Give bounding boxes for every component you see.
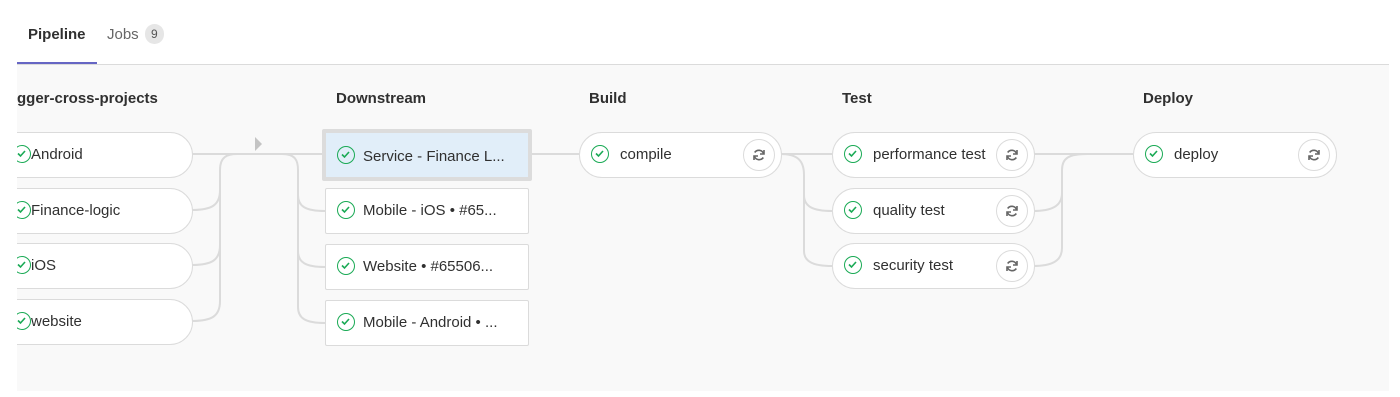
upstream-job-finance-logic[interactable]: Finance-logic <box>17 188 193 234</box>
pipeline-graph: trigger-cross-projects Downstream Build … <box>17 65 1389 391</box>
job-label: compile <box>620 146 672 163</box>
job-label: Service - Finance L... <box>363 148 505 165</box>
job-label: Mobile - iOS • #65... <box>363 202 497 219</box>
status-success-icon <box>844 145 862 163</box>
status-success-icon <box>337 146 355 164</box>
job-label: quality test <box>873 202 945 219</box>
upstream-job-website[interactable]: website <box>17 299 193 345</box>
upstream-job-android[interactable]: Android <box>17 132 193 178</box>
status-success-icon <box>844 256 862 274</box>
status-success-icon <box>337 201 355 219</box>
stage-title-build: Build <box>589 90 627 107</box>
status-success-icon <box>337 257 355 275</box>
downstream-pipeline-mobile-ios[interactable]: Mobile - iOS • #65... <box>325 188 529 234</box>
expand-arrow-icon <box>255 137 262 151</box>
status-success-icon <box>17 312 31 330</box>
downstream-pipeline-website[interactable]: Website • #65506... <box>325 244 529 290</box>
pipeline-connectors <box>191 137 1133 324</box>
job-compile[interactable]: compile <box>579 132 782 178</box>
status-success-icon <box>1145 145 1163 163</box>
retry-icon[interactable] <box>996 250 1028 282</box>
pipeline-tabs: Pipeline Jobs 9 <box>17 0 1389 65</box>
status-success-icon <box>591 145 609 163</box>
tab-jobs[interactable]: Jobs 9 <box>107 0 187 64</box>
job-label: Android <box>31 146 83 163</box>
status-success-icon <box>17 145 31 163</box>
job-label: Mobile - Android • ... <box>363 314 498 331</box>
job-quality-test[interactable]: quality test <box>832 188 1035 234</box>
retry-icon[interactable] <box>743 139 775 171</box>
stage-title-test: Test <box>842 90 872 107</box>
upstream-job-ios[interactable]: iOS <box>17 243 193 289</box>
job-performance-test[interactable]: performance test <box>832 132 1035 178</box>
retry-icon[interactable] <box>996 139 1028 171</box>
job-label: iOS <box>31 257 57 274</box>
job-label: Finance-logic <box>31 202 121 219</box>
tab-pipeline-label: Pipeline <box>28 26 86 43</box>
tab-jobs-label: Jobs <box>107 26 139 43</box>
status-success-icon <box>17 256 31 274</box>
downstream-pipeline-service-finance[interactable]: Service - Finance L... <box>322 129 532 181</box>
job-label: security test <box>873 257 954 274</box>
job-security-test[interactable]: security test <box>832 243 1035 289</box>
tab-pipeline[interactable]: Pipeline <box>17 0 97 64</box>
status-success-icon <box>337 313 355 331</box>
stage-title-deploy: Deploy <box>1143 90 1194 107</box>
status-success-icon <box>844 201 862 219</box>
status-success-icon <box>17 201 31 219</box>
stage-title-upstream: trigger-cross-projects <box>17 90 158 107</box>
job-label: Website • #65506... <box>363 258 494 275</box>
job-deploy[interactable]: deploy <box>1133 132 1337 178</box>
downstream-pipeline-mobile-android[interactable]: Mobile - Android • ... <box>325 300 529 346</box>
stage-title-downstream: Downstream <box>336 90 427 107</box>
retry-icon[interactable] <box>1298 139 1330 171</box>
retry-icon[interactable] <box>996 195 1028 227</box>
jobs-count-badge: 9 <box>145 24 164 44</box>
job-label: website <box>31 313 82 330</box>
job-label: performance test <box>873 146 986 163</box>
job-label: deploy <box>1174 146 1219 163</box>
